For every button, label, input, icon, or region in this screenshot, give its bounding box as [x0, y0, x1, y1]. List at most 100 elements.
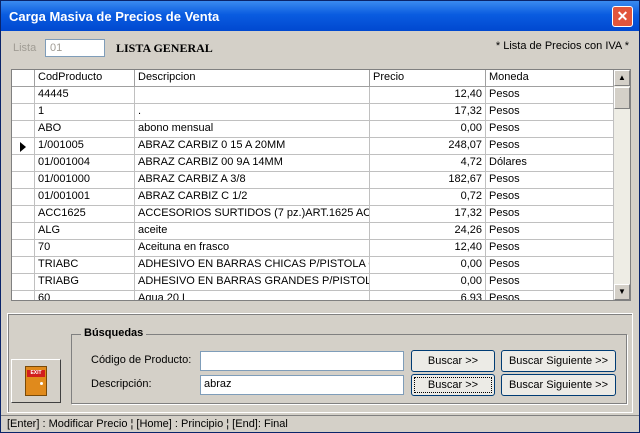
- cell-codproducto[interactable]: TRIABC: [35, 257, 135, 274]
- cell-codproducto[interactable]: 01/001004: [35, 155, 135, 172]
- cell-descripcion[interactable]: [135, 87, 370, 104]
- cell-codproducto[interactable]: 60: [35, 291, 135, 300]
- header-descripcion[interactable]: Descripcion: [135, 70, 370, 87]
- cell-moneda[interactable]: Pesos: [486, 240, 614, 257]
- code-label: Código de Producto:: [91, 354, 192, 366]
- cell-descripcion[interactable]: aceite: [135, 223, 370, 240]
- table-row[interactable]: 70 Aceituna en frasco 12,40 Pesos: [12, 240, 614, 257]
- cell-codproducto[interactable]: 1/001005: [35, 138, 135, 155]
- vertical-scrollbar[interactable]: ▲ ▼: [614, 70, 630, 300]
- row-indicator: [12, 189, 35, 206]
- row-indicator: [12, 155, 35, 172]
- scroll-up-icon[interactable]: ▲: [614, 70, 630, 86]
- table-row[interactable]: 60 Agua 20 L 6,93 Pesos: [12, 291, 614, 300]
- cell-precio[interactable]: 0,00: [370, 274, 486, 291]
- cell-moneda[interactable]: Pesos: [486, 257, 614, 274]
- buscar-siguiente-desc-button[interactable]: Buscar Siguiente >>: [501, 374, 616, 396]
- table-row[interactable]: 01/001000 ABRAZ CARBIZ A 3/8 182,67 Pesos: [12, 172, 614, 189]
- cell-moneda[interactable]: Dólares: [486, 155, 614, 172]
- cell-moneda[interactable]: Pesos: [486, 291, 614, 300]
- door-knob: [40, 382, 43, 385]
- cell-moneda[interactable]: Pesos: [486, 104, 614, 121]
- table-row[interactable]: 1/001005 ABRAZ CARBIZ 0 15 A 20MM 248,07 Pe…: [12, 138, 614, 155]
- cell-precio[interactable]: 248,07: [370, 138, 486, 155]
- cell-precio[interactable]: 17,32: [370, 206, 486, 223]
- scroll-thumb[interactable]: [614, 87, 630, 109]
- desc-input[interactable]: abraz: [200, 375, 404, 395]
- cell-moneda[interactable]: Pesos: [486, 121, 614, 138]
- cell-moneda[interactable]: Pesos: [486, 189, 614, 206]
- cell-descripcion[interactable]: abono mensual: [135, 121, 370, 138]
- title-bar[interactable]: Carga Masiva de Precios de Venta ✕: [1, 1, 639, 31]
- cell-moneda[interactable]: Pesos: [486, 206, 614, 223]
- row-indicator: [12, 291, 35, 300]
- buscar-siguiente-code-button[interactable]: Buscar Siguiente >>: [501, 350, 616, 372]
- cell-codproducto[interactable]: 01/001001: [35, 189, 135, 206]
- cell-precio[interactable]: 182,67: [370, 172, 486, 189]
- cell-precio[interactable]: 0,00: [370, 257, 486, 274]
- cell-precio[interactable]: 24,26: [370, 223, 486, 240]
- row-indicator: [12, 172, 35, 189]
- cell-codproducto[interactable]: TRIABG: [35, 274, 135, 291]
- scroll-down-icon[interactable]: ▼: [614, 284, 630, 300]
- cell-descripcion[interactable]: ADHESIVO EN BARRAS GRANDES P/PISTOLA: [135, 274, 370, 291]
- table-row[interactable]: 44445 12,40 Pesos: [12, 87, 614, 104]
- cell-codproducto[interactable]: 01/001000: [35, 172, 135, 189]
- iva-note: * Lista de Precios con IVA *: [495, 40, 629, 52]
- exit-sign: EXIT: [27, 370, 45, 377]
- list-header: Lista 01 LISTA GENERAL * Lista de Precio…: [1, 37, 639, 59]
- price-grid[interactable]: CodProducto Descripcion Precio Moneda 44…: [11, 69, 631, 301]
- cell-codproducto[interactable]: ALG: [35, 223, 135, 240]
- cell-codproducto[interactable]: ACC1625: [35, 206, 135, 223]
- exit-button[interactable]: EXIT: [11, 359, 61, 403]
- header-moneda[interactable]: Moneda: [486, 70, 614, 87]
- buscar-code-button[interactable]: Buscar >>: [411, 350, 495, 372]
- cell-moneda[interactable]: Pesos: [486, 274, 614, 291]
- table-row[interactable]: 1. 17,32 Pesos: [12, 104, 614, 121]
- cell-precio[interactable]: 0,00: [370, 121, 486, 138]
- cell-descripcion[interactable]: ABRAZ CARBIZ 00 9A 14MM: [135, 155, 370, 172]
- table-row[interactable]: 01/001004 ABRAZ CARBIZ 00 9A 14MM 4,72 Dóla…: [12, 155, 614, 172]
- cell-descripcion[interactable]: ABRAZ CARBIZ A 3/8: [135, 172, 370, 189]
- current-row-arrow-icon: [20, 142, 26, 152]
- header-codproducto[interactable]: CodProducto: [35, 70, 135, 87]
- cell-codproducto[interactable]: 1: [35, 104, 135, 121]
- cell-moneda[interactable]: Pesos: [486, 172, 614, 189]
- row-indicator: [12, 87, 35, 104]
- exit-door-icon: EXIT: [25, 366, 47, 396]
- lista-label: Lista: [13, 42, 37, 54]
- cell-codproducto[interactable]: 70: [35, 240, 135, 257]
- table-row[interactable]: ALG aceite 24,26 Pesos: [12, 223, 614, 240]
- table-row[interactable]: TRIABG ADHESIVO EN BARRAS GRANDES P/PISTO…: [12, 274, 614, 291]
- row-indicator: [12, 104, 35, 121]
- table-row[interactable]: ACC1625 ACCESORIOS SURTIDOS (7 pz.)ART.16…: [12, 206, 614, 223]
- cell-precio[interactable]: 17,32: [370, 104, 486, 121]
- cell-moneda[interactable]: Pesos: [486, 223, 614, 240]
- cell-descripcion[interactable]: .: [135, 104, 370, 121]
- cell-descripcion[interactable]: ABRAZ CARBIZ 0 15 A 20MM: [135, 138, 370, 155]
- table-row[interactable]: 01/001001 ABRAZ CARBIZ C 1/2 0,72 Pesos: [12, 189, 614, 206]
- cell-precio[interactable]: 12,40: [370, 240, 486, 257]
- cell-codproducto[interactable]: ABO: [35, 121, 135, 138]
- cell-moneda[interactable]: Pesos: [486, 87, 614, 104]
- row-indicator: [12, 240, 35, 257]
- header-precio[interactable]: Precio: [370, 70, 486, 87]
- cell-precio[interactable]: 12,40: [370, 87, 486, 104]
- cell-precio[interactable]: 6,93: [370, 291, 486, 300]
- code-input[interactable]: [200, 351, 404, 371]
- row-indicator: [12, 121, 35, 138]
- cell-precio[interactable]: 4,72: [370, 155, 486, 172]
- cell-descripcion[interactable]: Agua 20 L: [135, 291, 370, 300]
- buscar-desc-button[interactable]: Buscar >>: [411, 374, 495, 396]
- row-indicator: [12, 138, 35, 155]
- cell-codproducto[interactable]: 44445: [35, 87, 135, 104]
- cell-descripcion[interactable]: ADHESIVO EN BARRAS CHICAS P/PISTOLA C: [135, 257, 370, 274]
- table-row[interactable]: TRIABC ADHESIVO EN BARRAS CHICAS P/PISTOL…: [12, 257, 614, 274]
- cell-descripcion[interactable]: Aceituna en frasco: [135, 240, 370, 257]
- cell-descripcion[interactable]: ABRAZ CARBIZ C 1/2: [135, 189, 370, 206]
- cell-moneda[interactable]: Pesos: [486, 138, 614, 155]
- close-button[interactable]: ✕: [612, 6, 633, 27]
- table-row[interactable]: ABO abono mensual 0,00 Pesos: [12, 121, 614, 138]
- cell-descripcion[interactable]: ACCESORIOS SURTIDOS (7 pz.)ART.1625 ACC: [135, 206, 370, 223]
- cell-precio[interactable]: 0,72: [370, 189, 486, 206]
